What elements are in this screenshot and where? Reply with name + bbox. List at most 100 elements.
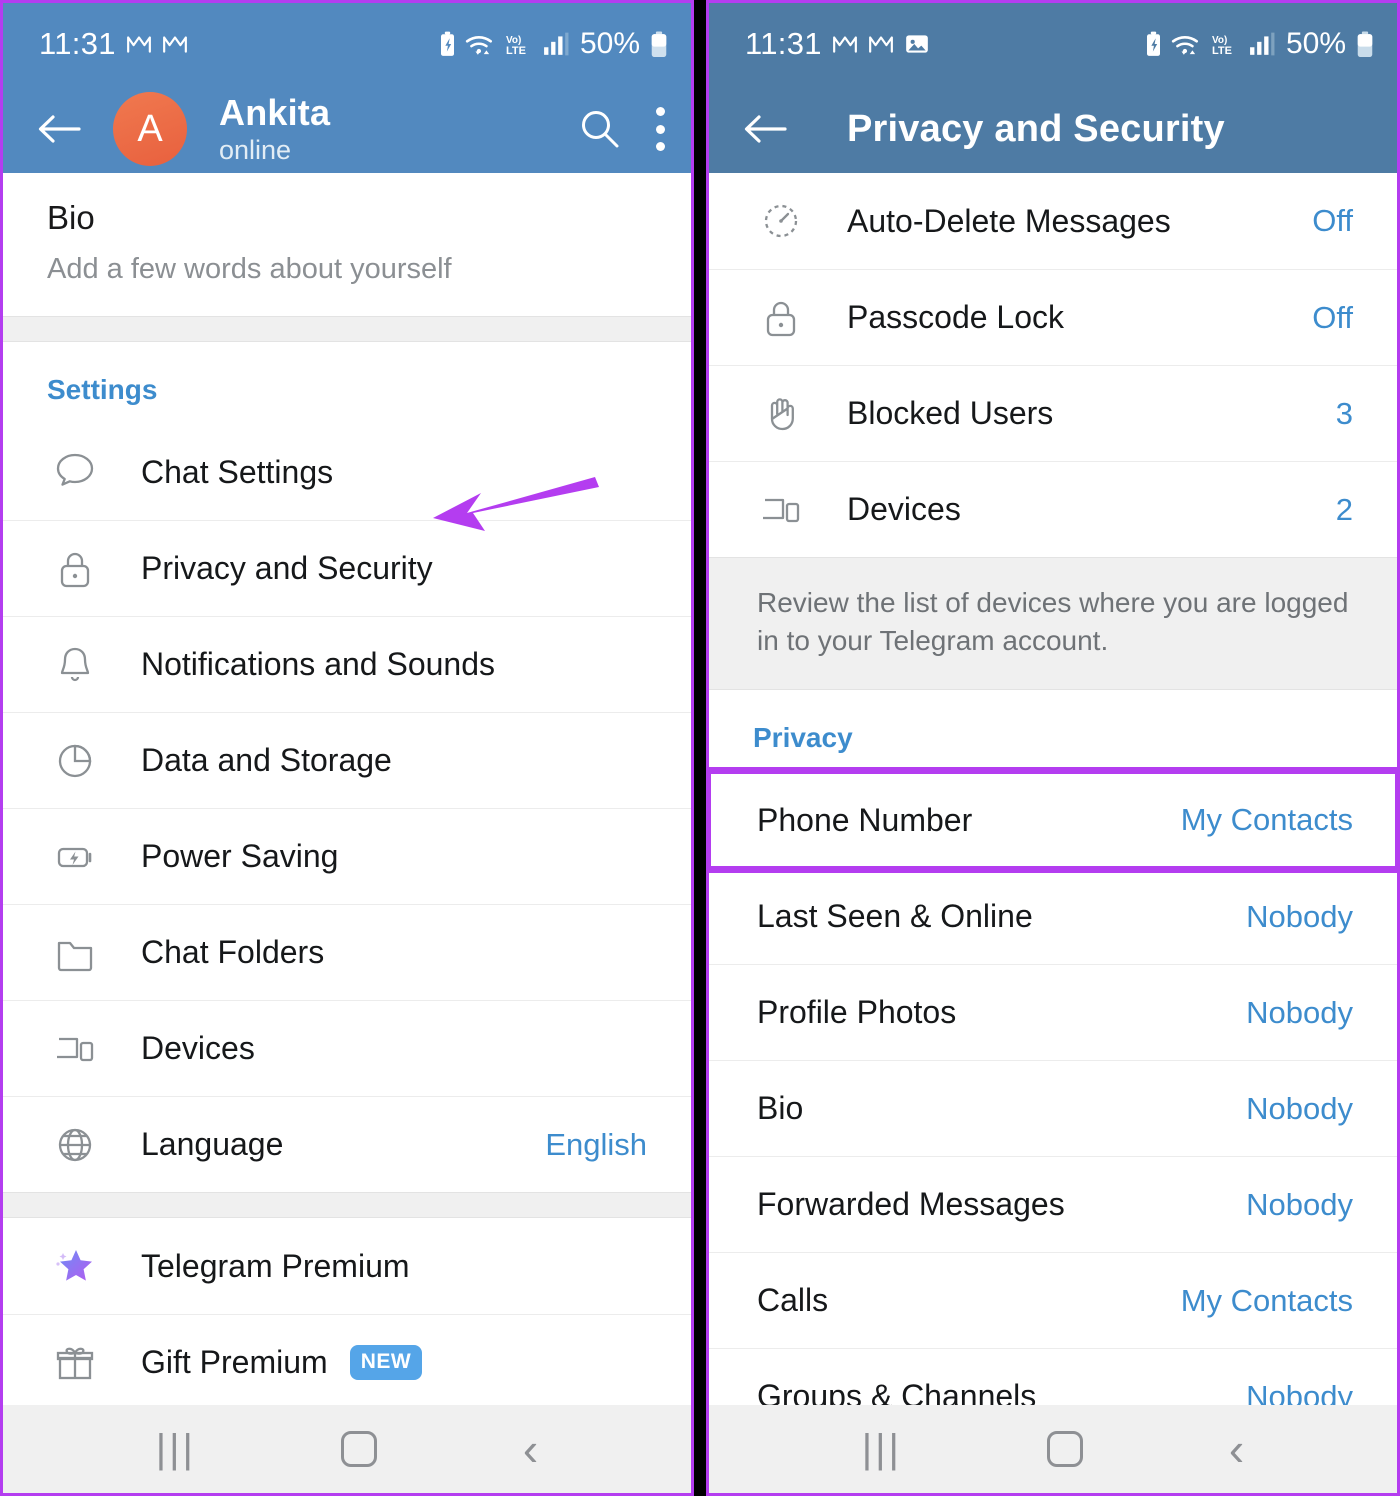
lock-icon xyxy=(47,546,103,592)
sidebar-item-privacy-and-security[interactable]: Privacy and Security xyxy=(3,520,691,616)
sidebar-item-telegram-premium[interactable]: Telegram Premium xyxy=(3,1218,691,1314)
sidebar-item-label: Language xyxy=(141,1126,284,1162)
contact-status: online xyxy=(219,135,292,166)
list-item-value: 2 xyxy=(1335,491,1353,527)
image-icon xyxy=(905,35,928,53)
list-item-label: Passcode Lock xyxy=(847,299,1065,335)
battery-saver-icon xyxy=(440,31,454,56)
auto-delete-timer-icon xyxy=(753,198,809,244)
list-item-last-seen-and-online[interactable]: Last Seen & Online Nobody xyxy=(709,868,1397,964)
sidebar-item-label: Telegram Premium xyxy=(141,1247,410,1284)
sidebar-item-devices[interactable]: Devices xyxy=(3,1000,691,1096)
list-item-value: Nobody xyxy=(1246,1186,1353,1222)
svg-text:LTE: LTE xyxy=(506,45,526,57)
list-item-bio[interactable]: Bio Nobody xyxy=(709,1060,1397,1156)
list-item-auto-delete-messages[interactable]: Auto-Delete Messages Off xyxy=(709,173,1397,269)
bio-block[interactable]: Bio Add a few words about yourself xyxy=(3,173,691,316)
nav-bar-left: ||| ‹ xyxy=(3,1405,691,1493)
list-item-value: My Contacts xyxy=(1180,802,1353,838)
battery-percent: 50% xyxy=(579,27,640,60)
nav-bar-right: ||| ‹ xyxy=(709,1405,1397,1493)
gmail-icon xyxy=(868,36,893,53)
bio-title: Bio xyxy=(47,199,95,236)
wifi-icon xyxy=(465,36,492,55)
list-item-label: Forwarded Messages xyxy=(757,1186,1065,1223)
signal-icon xyxy=(544,32,569,56)
sidebar-item-chat-settings[interactable]: Chat Settings xyxy=(3,424,691,520)
bell-icon xyxy=(47,642,103,688)
list-item-phone-number[interactable]: Phone Number My Contacts xyxy=(709,767,1397,874)
list-item-label: Auto-Delete Messages xyxy=(847,202,1171,239)
pie-chart-icon xyxy=(47,738,103,784)
search-icon[interactable] xyxy=(579,108,621,150)
sidebar-item-language[interactable]: Language English xyxy=(3,1096,691,1192)
list-item-forwarded-messages[interactable]: Forwarded Messages Nobody xyxy=(709,1156,1397,1252)
sidebar-item-label: Chat Folders xyxy=(141,934,325,970)
list-item-passcode-lock[interactable]: Passcode Lock Off xyxy=(709,269,1397,365)
list-item-blocked-users[interactable]: Blocked Users 3 xyxy=(709,365,1397,461)
back-icon[interactable]: ‹ xyxy=(1229,1426,1244,1472)
gift-icon xyxy=(47,1340,103,1386)
overflow-menu-icon[interactable] xyxy=(655,107,665,151)
svg-text:LTE: LTE xyxy=(1212,45,1232,57)
status-bar-right-group: Vo) LTE 50% xyxy=(1145,27,1375,61)
battery-saver-icon xyxy=(1146,31,1160,56)
list-item-value: Nobody xyxy=(1246,898,1353,934)
sidebar-item-label: Power Saving xyxy=(141,838,339,874)
contact-title-block: Ankita online xyxy=(219,91,579,166)
devices-icon xyxy=(753,487,809,533)
list-item-devices[interactable]: Devices 2 xyxy=(709,461,1397,557)
sidebar-item-label: Gift Premium NEW xyxy=(141,1344,647,1381)
lock-icon xyxy=(753,295,809,341)
list-item-profile-photos[interactable]: Profile Photos Nobody xyxy=(709,964,1397,1060)
folder-icon xyxy=(47,930,103,976)
home-icon[interactable] xyxy=(341,1431,378,1467)
battery-icon xyxy=(651,31,667,57)
status-bar-left: 11:31 Vo) LTE 50% xyxy=(3,3,691,85)
list-item-value: Off xyxy=(1312,203,1353,238)
sidebar-item-notifications-and-sounds[interactable]: Notifications and Sounds xyxy=(3,616,691,712)
recents-icon[interactable]: ||| xyxy=(862,1427,902,1472)
back-arrow-icon[interactable] xyxy=(37,111,81,147)
sidebar-item-gift-premium[interactable]: Gift Premium NEW xyxy=(3,1314,691,1410)
section-divider xyxy=(3,1192,691,1218)
app-bar-left: A Ankita online xyxy=(3,85,691,173)
sidebar-item-text: Gift Premium xyxy=(141,1344,328,1380)
list-item-value: 3 xyxy=(1335,395,1353,431)
home-icon[interactable] xyxy=(1047,1431,1084,1467)
sidebar-item-label: Data and Storage xyxy=(141,742,392,778)
right-phone-screen: 11:31 Vo) LTE 50% Privacy and Security A… xyxy=(706,0,1400,1496)
back-arrow-icon[interactable] xyxy=(743,111,787,147)
sidebar-item-power-saving[interactable]: Power Saving xyxy=(3,808,691,904)
gmail-icon xyxy=(126,36,151,53)
volte-icon: Vo)LTE xyxy=(1212,35,1232,57)
recents-icon[interactable]: ||| xyxy=(156,1427,196,1472)
settings-section-header: Settings xyxy=(47,374,158,405)
signal-icon xyxy=(1250,32,1275,56)
privacy-section-header: Privacy xyxy=(753,722,853,754)
left-content: Bio Add a few words about yourself Setti… xyxy=(3,173,691,1436)
contact-name: Ankita xyxy=(219,91,331,133)
back-icon[interactable]: ‹ xyxy=(523,1426,538,1472)
avatar[interactable]: A xyxy=(113,92,187,166)
devices-icon xyxy=(47,1026,103,1072)
list-item-label: Last Seen & Online xyxy=(757,898,1033,935)
app-bar-actions xyxy=(579,107,665,151)
sidebar-item-chat-folders[interactable]: Chat Folders xyxy=(3,904,691,1000)
page-title: Privacy and Security xyxy=(847,107,1225,150)
gmail-icon xyxy=(832,36,857,53)
chat-bubble-icon xyxy=(47,449,103,495)
list-item-label: Phone Number xyxy=(757,801,973,838)
sidebar-item-data-and-storage[interactable]: Data and Storage xyxy=(3,712,691,808)
list-item-calls[interactable]: Calls My Contacts xyxy=(709,1252,1397,1348)
sidebar-item-label: Privacy and Security xyxy=(141,550,433,586)
avatar-initial: A xyxy=(137,107,163,150)
sidebar-item-label: Notifications and Sounds xyxy=(141,646,495,682)
list-item-value: Nobody xyxy=(1246,994,1353,1030)
volte-icon: Vo)LTE xyxy=(506,35,526,57)
devices-help-text: Review the list of devices where you are… xyxy=(709,557,1397,691)
left-phone-screen: 11:31 Vo) LTE 50% A Ankita online Bio Ad… xyxy=(0,0,694,1496)
sidebar-item-label: Devices xyxy=(141,1030,255,1066)
status-time: 11:31 xyxy=(39,26,116,61)
status-bar-right-group: Vo) LTE 50% xyxy=(439,27,669,61)
